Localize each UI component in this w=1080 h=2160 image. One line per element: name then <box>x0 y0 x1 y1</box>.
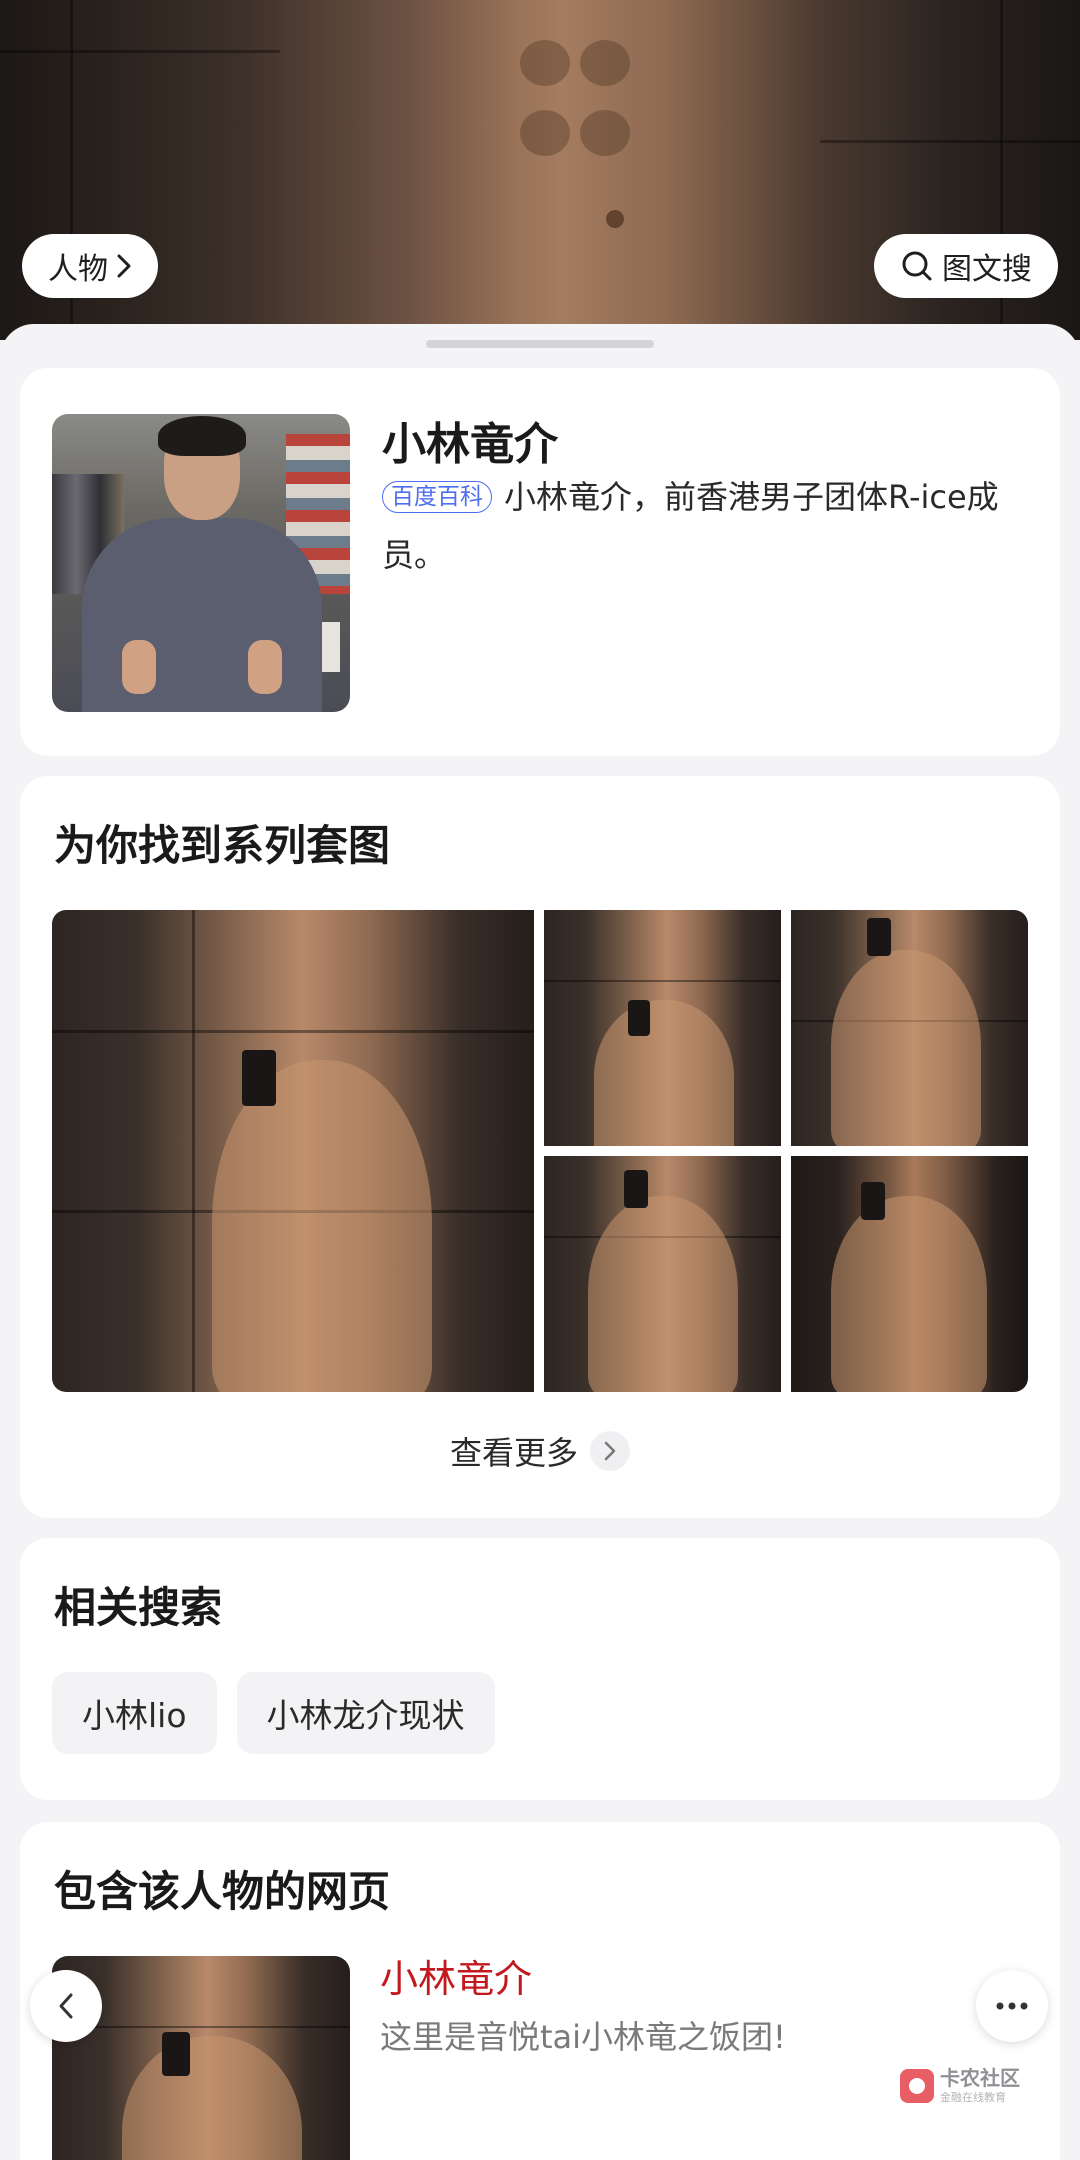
web-page-title-link[interactable]: 小林竜介 <box>380 1948 532 2003</box>
photo-detail <box>52 1030 534 1033</box>
profile-card[interactable]: 小林竜介 百度百科 小林竜介，前香港男子团体R-ice成员。 <box>20 368 1060 756</box>
search-pill-label: 图文搜 <box>942 252 1032 287</box>
photo-detail <box>162 2032 190 2076</box>
category-pill[interactable]: 人物 <box>22 234 158 298</box>
photo-detail <box>212 1060 432 1392</box>
related-search-title: 相关搜索 <box>54 1583 223 1632</box>
photo-detail <box>520 110 570 156</box>
photo-detail <box>248 640 282 694</box>
gallery-image[interactable] <box>791 910 1028 1146</box>
photo-detail <box>831 1196 987 1392</box>
profile-photo[interactable] <box>52 414 350 712</box>
photo-detail <box>242 1050 276 1106</box>
photo-detail <box>82 518 322 712</box>
gallery-image-main[interactable] <box>52 910 534 1392</box>
view-more-label: 查看更多 <box>449 1434 578 1472</box>
photo-detail <box>122 2036 302 2160</box>
hero-photo[interactable]: 人物 图文搜 <box>0 0 1080 340</box>
related-search-chip[interactable]: 小林龙介现状 <box>236 1672 495 1754</box>
web-page-description: 这里是音悦tai小林竜之饭团! <box>380 2018 786 2056</box>
back-arrow-icon <box>59 1993 73 2019</box>
photo-detail <box>594 1000 734 1146</box>
photo-detail <box>628 1000 650 1036</box>
photo-detail <box>861 1182 885 1220</box>
baike-source-badge[interactable]: 百度百科 <box>382 481 492 513</box>
photo-detail <box>831 950 981 1146</box>
watermark-text: 卡农社区 金融在线教育 <box>940 2068 1020 2103</box>
photo-detail <box>588 1196 738 1392</box>
photo-detail <box>520 40 570 86</box>
watermark-logo-icon <box>900 2068 934 2103</box>
related-search-chip[interactable]: 小林lio <box>52 1672 217 1754</box>
watermark-sub: 金融在线教育 <box>940 2091 1006 2104</box>
gallery-card: 为你找到系列套图 查看更多 <box>20 776 1060 1518</box>
drag-handle[interactable] <box>426 340 654 348</box>
tile-line <box>820 140 1080 143</box>
profile-name: 小林竜介 <box>382 419 558 470</box>
chevron-right-icon <box>117 254 131 278</box>
related-search-chips: 小林lio 小林龙介现状 <box>52 1672 495 1754</box>
gallery-image[interactable] <box>791 1156 1028 1392</box>
gallery-image[interactable] <box>544 910 781 1146</box>
related-search-card: 相关搜索 小林lio 小林龙介现状 <box>20 1538 1060 1800</box>
profile-description-block: 百度百科 小林竜介，前香港男子团体R-ice成员。 <box>382 468 1032 584</box>
back-button[interactable] <box>30 1970 102 2042</box>
photo-detail <box>624 1170 648 1208</box>
photo-detail <box>544 980 781 982</box>
photo-detail <box>580 40 630 86</box>
gallery-grid <box>52 910 1028 1392</box>
watermark: 卡农社区 金融在线教育 <box>900 2068 1020 2103</box>
gallery-title: 为你找到系列套图 <box>54 821 391 870</box>
web-pages-card: 包含该人物的网页 小林竜介 这里是音悦tai小林竜之饭团! <box>20 1822 1060 2160</box>
screen: 人物 图文搜 小林竜介 百度百科 小林竜介，前香港男子团体R-ice成员。 为你… <box>0 0 1080 2160</box>
tile-line <box>0 50 280 53</box>
watermark-main: 卡农社区 <box>940 2066 1020 2090</box>
search-icon <box>902 251 932 281</box>
photo-detail <box>867 918 891 956</box>
photo-detail <box>158 416 246 456</box>
photo-detail <box>52 2026 350 2028</box>
category-pill-label: 人物 <box>48 252 108 287</box>
photo-detail <box>606 210 624 228</box>
photo-detail <box>122 640 156 694</box>
more-options-button[interactable] <box>976 1970 1048 2042</box>
result-sheet[interactable]: 小林竜介 百度百科小林竜介，前香港男子团体R-ice成员。 为你找到系列套图 <box>0 324 1080 2160</box>
web-pages-title: 包含该人物的网页 <box>54 1867 391 1916</box>
photo-detail <box>580 110 630 156</box>
view-more-button[interactable]: 查看更多 <box>20 1428 1060 1474</box>
gallery-image[interactable] <box>544 1156 781 1392</box>
photo-detail <box>192 910 195 1392</box>
chevron-right-icon <box>590 1431 630 1471</box>
image-text-search-button[interactable]: 图文搜 <box>874 234 1058 298</box>
more-dots-icon <box>996 2002 1028 2010</box>
